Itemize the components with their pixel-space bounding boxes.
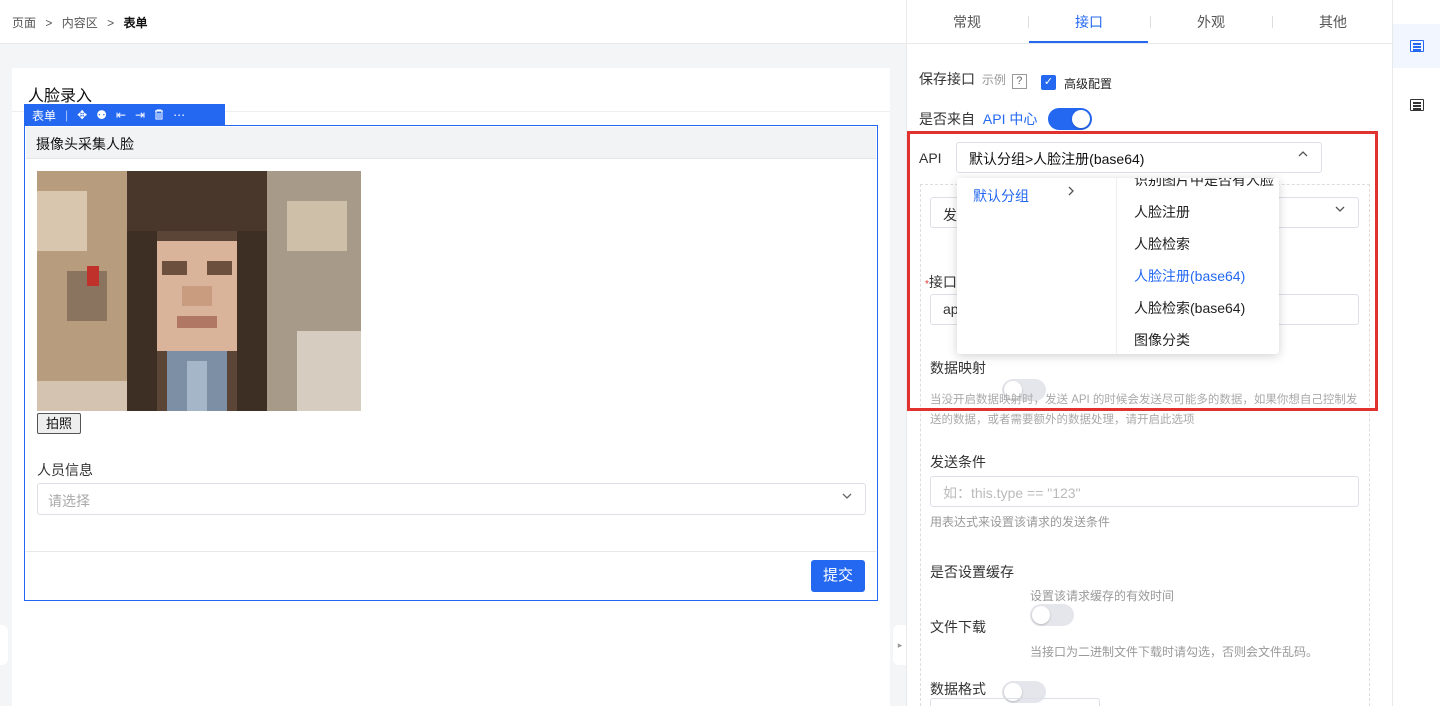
rail-item-properties[interactable] bbox=[1393, 24, 1440, 68]
camera-preview-image bbox=[37, 171, 361, 411]
breadcrumb-item[interactable]: 内容区 bbox=[62, 16, 98, 30]
camera-section-title: 摄像头采集人脸 bbox=[26, 127, 876, 159]
move-icon[interactable]: ✥ bbox=[77, 109, 87, 121]
panel-collapse-handle[interactable]: ▸ bbox=[893, 625, 907, 665]
list-icon bbox=[1410, 40, 1424, 52]
delete-icon[interactable] bbox=[154, 109, 164, 122]
highlight-annotation-box bbox=[907, 131, 1378, 411]
send-condition-input[interactable]: 如：this.type == "123" bbox=[930, 476, 1359, 507]
send-condition-label: 发送条件 bbox=[930, 454, 986, 470]
switch-knob bbox=[1032, 606, 1050, 624]
left-collapse-handle[interactable] bbox=[0, 625, 8, 665]
breadcrumb-separator: > bbox=[45, 16, 53, 30]
page-title: 人脸录入 bbox=[28, 88, 93, 105]
person-info-placeholder: 请选择 bbox=[48, 493, 90, 509]
breadcrumb-separator: > bbox=[107, 16, 115, 30]
submit-button[interactable]: 提交 bbox=[811, 560, 865, 592]
list-icon bbox=[1410, 99, 1424, 111]
cache-hint: 设置该请求缓存的有效时间 bbox=[1030, 589, 1175, 603]
save-api-label: 保存接口 bbox=[919, 71, 975, 87]
tab-other[interactable]: 其他 bbox=[1272, 0, 1394, 44]
more-icon[interactable]: ⋯ bbox=[173, 109, 185, 121]
snap-photo-button[interactable]: 拍照 bbox=[37, 413, 81, 434]
person-info-label: 人员信息 bbox=[37, 462, 93, 478]
api-center-link[interactable]: API 中心 bbox=[983, 111, 1037, 127]
example-link[interactable]: 示例 bbox=[982, 73, 1006, 87]
chevron-down-icon bbox=[841, 490, 853, 505]
cache-label: 是否设置缓存 bbox=[930, 564, 1014, 580]
save-api-row: 保存接口 示例 ? bbox=[919, 69, 1027, 89]
align-left-icon[interactable]: ⇤ bbox=[116, 109, 126, 121]
advanced-config-checkbox[interactable]: ✓ bbox=[1041, 75, 1056, 90]
rail-item-outline[interactable] bbox=[1393, 83, 1440, 127]
breadcrumb-current: 表单 bbox=[123, 16, 148, 30]
help-icon[interactable]: ? bbox=[1011, 74, 1027, 89]
from-api-center-label: 是否来自 API 中心 bbox=[919, 109, 1037, 129]
data-format-segmented[interactable] bbox=[930, 698, 1100, 706]
app-root: 页面 > 内容区 > 表单 人脸录入 表单 | ✥ ⚉ ⇤ ⇥ ⋯ 摄像头采集人… bbox=[0, 0, 1440, 706]
from-api-center-switch[interactable] bbox=[1048, 108, 1092, 130]
from-api-center-prefix: 是否来自 bbox=[919, 111, 975, 127]
form-toolbar-label: 表单 bbox=[32, 108, 57, 123]
pixelated-face-image bbox=[37, 171, 361, 411]
breadcrumb: 页面 > 内容区 > 表单 bbox=[12, 14, 147, 31]
tab-appearance[interactable]: 外观 bbox=[1150, 0, 1272, 44]
toolbar-divider: | bbox=[65, 108, 69, 122]
advanced-config-label: 高级配置 bbox=[1064, 77, 1113, 91]
cache-switch[interactable] bbox=[1030, 604, 1074, 626]
breadcrumb-item[interactable]: 页面 bbox=[12, 16, 36, 30]
tab-api[interactable]: 接口 bbox=[1028, 0, 1150, 44]
file-download-hint: 当接口为二进制文件下载时请勾选，否则会文件乱码。 bbox=[1030, 645, 1319, 659]
align-right-icon[interactable]: ⇥ bbox=[135, 109, 145, 121]
active-tab-indicator bbox=[1029, 41, 1148, 43]
form-footer-divider bbox=[26, 551, 876, 552]
tab-general[interactable]: 常规 bbox=[906, 0, 1028, 44]
file-download-label: 文件下载 bbox=[930, 619, 986, 635]
data-format-label: 数据格式 bbox=[930, 681, 986, 697]
switch-knob bbox=[1072, 110, 1090, 128]
bug-icon[interactable]: ⚉ bbox=[96, 109, 107, 121]
form-toolbar: 表单 | ✥ ⚉ ⇤ ⇥ ⋯ bbox=[24, 104, 225, 126]
send-condition-hint: 用表达式来设置该请求的发送条件 bbox=[930, 515, 1111, 529]
person-info-select[interactable]: 请选择 bbox=[37, 483, 866, 515]
